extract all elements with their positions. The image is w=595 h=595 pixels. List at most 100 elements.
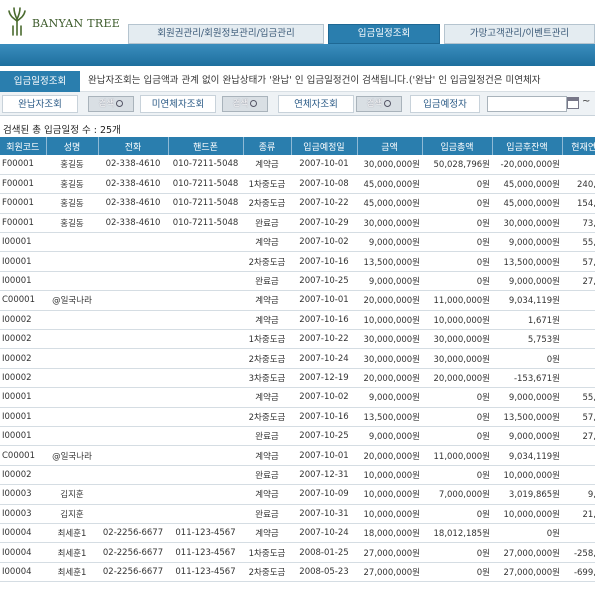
table-cell: F00001: [0, 193, 46, 214]
table-row[interactable]: I00001 완료금 2007-10-25 9,000,000원 0원 9,000,000…: [0, 426, 595, 447]
table-cell: C00001: [0, 290, 46, 311]
table-cell: 02-2256-6677: [98, 562, 168, 583]
table-cell: I00001: [0, 232, 46, 253]
table-cell: [168, 387, 243, 408]
table-row[interactable]: F00001 홍길동 02-338-4610 010-7211-5048 2차중도금 20…: [0, 193, 595, 214]
column-header[interactable]: 종류: [243, 137, 292, 155]
search-icon: [250, 100, 258, 107]
table-row[interactable]: I00003 김지훈 계약금 2007-10-09 10,000,000원 7,000,0…: [0, 484, 595, 505]
column-header[interactable]: 현재연체금: [562, 137, 595, 155]
table-cell: 9,034,119원: [492, 290, 562, 311]
table-cell: 2007-12-31: [291, 465, 357, 486]
table-row[interactable]: I00001 완료금 2007-10-25 9,000,000원 0원 9,000,000…: [0, 271, 595, 292]
table-cell: [98, 348, 168, 369]
paid-in-full-search-label[interactable]: 완납자조회: [2, 95, 78, 113]
table-cell: 2007-10-16: [291, 251, 357, 272]
table-cell: 10,000,000원: [422, 310, 492, 331]
table-cell: [46, 465, 98, 486]
table-row[interactable]: I00004 최세훈1 02-2256-6677 011-123-4567 2차중도금 2…: [0, 562, 595, 583]
table-row[interactable]: I00003 김지훈 완료금 2007-10-31 10,000,000원 0원 10,00…: [0, 504, 595, 524]
table-cell: 02-2256-6677: [98, 523, 168, 544]
table-cell: [168, 251, 243, 272]
column-header[interactable]: 입금총액: [422, 137, 493, 155]
column-header[interactable]: 금액: [357, 137, 423, 155]
table-row[interactable]: I00002 완료금 2007-12-31 10,000,000원 0원 10,000,0…: [0, 465, 595, 486]
table-cell: [168, 426, 243, 447]
table-cell: 0원: [562, 290, 595, 311]
non-overdue-search-label[interactable]: 미연체자조회: [140, 95, 216, 113]
table-row[interactable]: I00001 2차중도금 2007-10-16 13,500,000원 0원 13,500…: [0, 407, 595, 427]
table-cell: 11,000,000원: [422, 445, 492, 466]
table-cell: [98, 445, 168, 466]
scheduled-payer-label[interactable]: 입금예정자: [410, 95, 480, 113]
table-row[interactable]: F00001 홍길동 02-338-4610 010-7211-5048 완료금 2007…: [0, 213, 595, 234]
table-cell: 2007-10-25: [291, 426, 357, 447]
payment-schedule-table: 회원코드성명전화핸드폰종류입금예정일금액입금총액입금후잔액현재연체금 F0000…: [0, 137, 595, 595]
column-header[interactable]: 입금예정일: [291, 137, 358, 155]
table-cell: 27,123원: [562, 271, 595, 292]
logo-text: BANYAN TREE: [32, 17, 121, 30]
column-header[interactable]: 전화: [98, 137, 169, 155]
table-cell: 0원: [562, 310, 595, 331]
table-row[interactable]: I00004 최세훈1 02-2256-6677 011-123-4567 1차중도금 2…: [0, 542, 595, 563]
tab-prospect-management[interactable]: 가망고객관리/이벤트관리: [444, 24, 595, 44]
table-cell: 45,000,000원: [492, 193, 562, 214]
table-row[interactable]: F00001 홍길동 02-338-4610 010-7211-5048 계약금 2007…: [0, 155, 595, 175]
table-cell: 30,000,000원: [357, 329, 422, 350]
table-cell: 3차중도금: [243, 368, 291, 389]
table-cell: I00004: [0, 542, 46, 563]
non-overdue-search-button[interactable]: 검색: [222, 96, 268, 112]
table-cell: 0원: [422, 232, 492, 253]
table-cell: 27,123원: [562, 426, 595, 447]
table-row[interactable]: F00001 홍길동 02-338-4610 010-7211-5048 1차중도금 20…: [0, 174, 595, 195]
table-cell: 계약금: [243, 310, 291, 331]
table-cell: [168, 484, 243, 505]
table-cell: I00002: [0, 348, 46, 369]
column-header[interactable]: 성명: [46, 137, 99, 155]
table-cell: -699,041원: [562, 562, 595, 583]
table-cell: [168, 368, 243, 389]
table-cell: 18,000,000원: [357, 523, 422, 544]
table-row[interactable]: I00001 2차중도금 2007-10-16 13,500,000원 0원 13,500…: [0, 251, 595, 272]
column-header[interactable]: 입금후잔액: [492, 137, 563, 155]
table-row[interactable]: I00002 3차중도금 2007-12-19 20,000,000원 20,000,0…: [0, 368, 595, 389]
column-header[interactable]: 핸드폰: [168, 137, 244, 155]
table-cell: 02-338-4610: [98, 213, 168, 234]
table-row[interactable]: I00002 계약금 2007-10-16 10,000,000원 10,000,000…: [0, 310, 595, 331]
table-cell: 7,000,000원: [422, 484, 492, 505]
table-cell: 0원: [562, 329, 595, 350]
tab-payment-schedule[interactable]: 입금일정조회: [328, 24, 440, 44]
table-row[interactable]: I00004 최세훈1 02-2256-6677 011-123-4567 계약금 200…: [0, 523, 595, 544]
table-row[interactable]: C00001 @일국나라 계약금 2007-10-01 20,000,000원 11,00…: [0, 290, 595, 311]
date-input[interactable]: [487, 96, 567, 112]
table-row[interactable]: I00001 계약금 2007-10-02 9,000,000원 0원 9,000,000…: [0, 232, 595, 253]
table-cell: 계약금: [243, 232, 291, 253]
table-cell: 27,000,000원: [492, 542, 562, 563]
tab-member-management[interactable]: 회원권관리/회원정보관리/입금관리: [128, 24, 324, 44]
column-header[interactable]: 회원코드: [0, 137, 47, 155]
table-row[interactable]: I00002 1차중도금 2007-10-22 30,000,000원 30,000,0…: [0, 329, 595, 350]
table-cell: 2007-12-19: [291, 368, 357, 389]
table-cell: -153,671원: [492, 368, 562, 389]
table-cell: 0원: [422, 271, 492, 292]
table-cell: 계약금: [243, 387, 291, 408]
overdue-search-button[interactable]: 검색: [356, 96, 402, 112]
table-cell: I00001: [0, 271, 46, 292]
table-cell: I00002: [0, 368, 46, 389]
logo[interactable]: BANYAN TREE: [6, 6, 126, 40]
overdue-search-label[interactable]: 연체자조회: [278, 95, 354, 113]
table-cell: 완료금: [243, 271, 291, 292]
table-cell: 2007-10-29: [291, 213, 357, 234]
table-cell: [98, 329, 168, 350]
table-row[interactable]: I00001 계약금 2007-10-02 9,000,000원 0원 9,000,000…: [0, 387, 595, 408]
calendar-icon[interactable]: [567, 97, 579, 109]
table-cell: 10,000,000원: [357, 465, 422, 486]
paid-in-full-search-button[interactable]: 검색: [88, 96, 134, 112]
table-row[interactable]: I00002 2차중도금 2007-10-24 30,000,000원 30,000,0…: [0, 348, 595, 369]
table-row[interactable]: C00001 @일국나라 계약금 2007-10-01 20,000,000원 11,00…: [0, 445, 595, 466]
table-cell: 0원: [422, 174, 492, 195]
table-cell: 21,917원: [562, 504, 595, 524]
table-cell: 2차중도금: [243, 407, 291, 427]
table-cell: 0원: [492, 523, 562, 544]
table-cell: 10,000,000원: [492, 504, 562, 524]
